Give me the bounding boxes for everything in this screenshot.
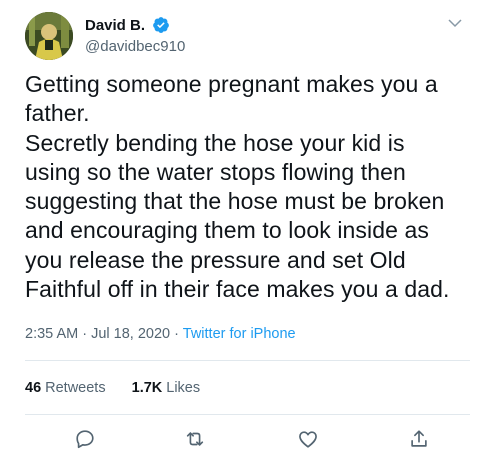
tweet-text: Getting someone pregnant makes you a fat… (25, 71, 450, 303)
reply-button[interactable] (74, 428, 96, 450)
tweet-time[interactable]: 2:35 AM (25, 326, 78, 342)
tweet-source[interactable]: Twitter for iPhone (183, 326, 296, 342)
likes-label: Likes (166, 380, 201, 396)
share-button[interactable] (408, 428, 430, 450)
retweet-button[interactable] (184, 428, 206, 450)
user-handle[interactable]: @davidbec910 (85, 38, 185, 55)
reply-icon (76, 430, 94, 449)
retweets-label: Retweets (45, 380, 106, 396)
divider (25, 414, 470, 415)
retweets-stat[interactable]: 46 Retweets (25, 380, 106, 396)
likes-stat[interactable]: 1.7K Likes (132, 380, 201, 396)
retweet-icon (186, 432, 204, 446)
divider (25, 360, 470, 361)
chevron-down-icon[interactable] (446, 14, 464, 32)
user-names: David B. @davidbec910 (85, 16, 185, 56)
heart-icon (299, 431, 317, 448)
verified-badge-icon (153, 17, 170, 33)
avatar[interactable] (25, 12, 73, 60)
tweet-meta: 2:35 AM · Jul 18, 2020 · Twitter for iPh… (25, 326, 296, 342)
meta-separator: · (82, 326, 88, 342)
tweet-date[interactable]: Jul 18, 2020 (91, 326, 170, 342)
share-icon (411, 430, 427, 447)
likes-count: 1.7K (131, 380, 163, 396)
display-name[interactable]: David B. (85, 17, 145, 34)
tweet-header: David B. @davidbec910 (25, 10, 470, 60)
retweets-count: 46 (25, 380, 42, 396)
meta-separator: · (174, 326, 179, 342)
like-button[interactable] (297, 428, 319, 450)
tweet-actions (0, 428, 480, 454)
tweet-stats: 46 Retweets 1.7K Likes (25, 380, 222, 396)
